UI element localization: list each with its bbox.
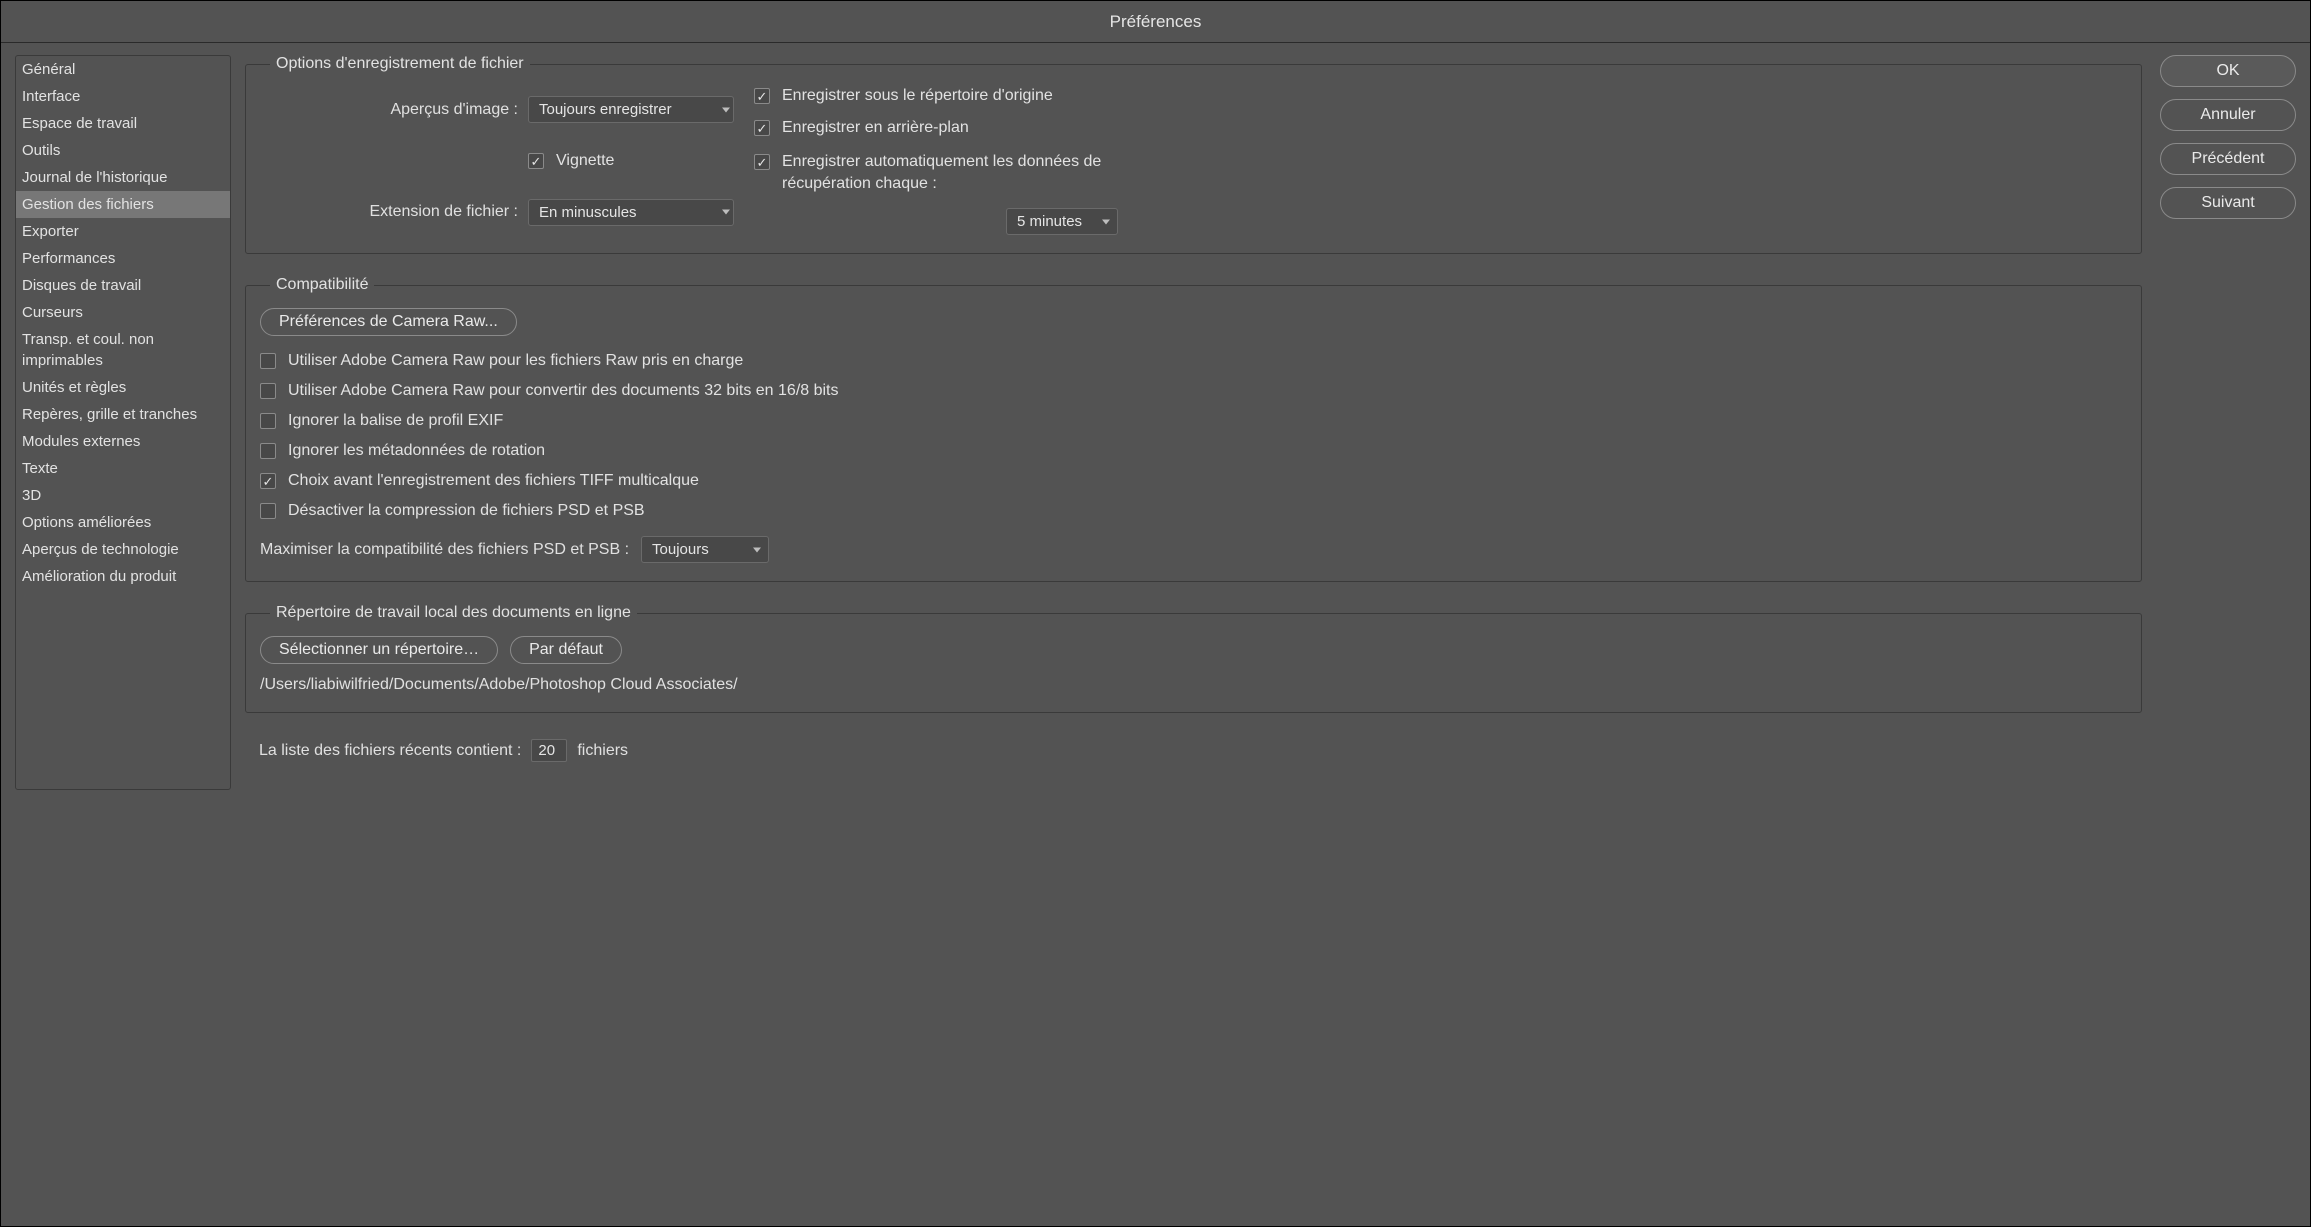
workdir-legend: Répertoire de travail local des document… [270,604,637,622]
save-options-fieldset: Options d'enregistrement de fichier Aper… [245,55,2142,254]
preferences-dialog: Préférences Général Interface Espace de … [0,0,2311,1227]
main-area: Options d'enregistrement de fichier Aper… [245,55,2296,1212]
ignore-exif-label: Ignorer la balise de profil EXIF [288,412,503,430]
sidebar-item-export[interactable]: Exporter [16,218,230,245]
disable-psd-compression-label: Désactiver la compression de fichiers PS… [288,502,645,520]
acr-supported-checkbox[interactable] [260,353,276,369]
recent-files-label: La liste des fichiers récents contient : [259,742,521,760]
image-previews-label: Aperçus d'image : [260,101,528,119]
auto-save-checkbox[interactable] [754,154,770,170]
ignore-rotation-label: Ignorer les métadonnées de rotation [288,442,545,460]
save-original-folder-label: Enregistrer sous le répertoire d'origine [782,87,1053,105]
sidebar-item-workspace[interactable]: Espace de travail [16,110,230,137]
content-panel: Options d'enregistrement de fichier Aper… [245,55,2142,1212]
sidebar-item-type[interactable]: Texte [16,455,230,482]
acr-supported-label: Utiliser Adobe Camera Raw pour les fichi… [288,352,743,370]
maximize-compat-select-wrap: Toujours [641,536,769,563]
dialog-body: Général Interface Espace de travail Outi… [1,43,2310,1226]
sidebar-item-performance[interactable]: Performances [16,245,230,272]
dialog-action-buttons: OK Annuler Précédent Suivant [2160,55,2296,1212]
sidebar-item-tools[interactable]: Outils [16,137,230,164]
compatibility-legend: Compatibilité [270,276,374,294]
tiff-multilayer-checkbox[interactable] [260,473,276,489]
dialog-title: Préférences [1,1,2310,43]
save-background-label: Enregistrer en arrière-plan [782,119,969,137]
sidebar-item-scratch-disks[interactable]: Disques de travail [16,272,230,299]
default-directory-button[interactable]: Par défaut [510,636,622,664]
recent-files-suffix: fichiers [577,742,628,760]
cancel-button[interactable]: Annuler [2160,99,2296,131]
acr-32bit-checkbox[interactable] [260,383,276,399]
auto-save-label: Enregistrer automatiquement les données … [782,151,1122,194]
save-options-legend: Options d'enregistrement de fichier [270,55,530,73]
sidebar-item-interface[interactable]: Interface [16,83,230,110]
select-directory-button[interactable]: Sélectionner un répertoire… [260,636,498,664]
maximize-compat-select[interactable]: Toujours [641,536,769,563]
sidebar-item-history-log[interactable]: Journal de l'historique [16,164,230,191]
disable-psd-compression-checkbox[interactable] [260,503,276,519]
sidebar-item-general[interactable]: Général [16,56,230,83]
sidebar-item-transparency[interactable]: Transp. et coul. non imprimables [16,326,230,374]
sidebar-item-guides-grid[interactable]: Repères, grille et tranches [16,401,230,428]
sidebar-item-cursors[interactable]: Curseurs [16,299,230,326]
sidebar-item-units-rulers[interactable]: Unités et règles [16,374,230,401]
ignore-rotation-checkbox[interactable] [260,443,276,459]
sidebar-item-enhanced[interactable]: Options améliorées [16,509,230,536]
acr-32bit-label: Utiliser Adobe Camera Raw pour convertir… [288,382,839,400]
image-previews-select-wrap: Toujours enregistrer [528,96,738,123]
workdir-path: /Users/liabiwilfried/Documents/Adobe/Pho… [260,676,2127,694]
tiff-multilayer-label: Choix avant l'enregistrement des fichier… [288,472,699,490]
auto-save-interval-wrap: 5 minutes [1006,208,1118,235]
camera-raw-prefs-button[interactable]: Préférences de Camera Raw... [260,308,517,336]
sidebar-item-plugins[interactable]: Modules externes [16,428,230,455]
extension-select-wrap: En minuscules [528,199,738,226]
maximize-compat-label: Maximiser la compatibilité des fichiers … [260,541,629,559]
thumbnail-checkbox[interactable] [528,153,544,169]
sidebar-item-file-handling[interactable]: Gestion des fichiers [16,191,230,218]
save-background-checkbox[interactable] [754,120,770,136]
sidebar-item-product-improvement[interactable]: Amélioration du produit [16,563,230,590]
save-original-folder-checkbox[interactable] [754,88,770,104]
ok-button[interactable]: OK [2160,55,2296,87]
image-previews-select[interactable]: Toujours enregistrer [528,96,734,123]
recent-files-input[interactable] [531,739,567,762]
ignore-exif-checkbox[interactable] [260,413,276,429]
extension-label: Extension de fichier : [260,203,528,221]
extension-select[interactable]: En minuscules [528,199,734,226]
workdir-fieldset: Répertoire de travail local des document… [245,604,2142,713]
recent-files-row: La liste des fichiers récents contient :… [245,739,2142,762]
prev-button[interactable]: Précédent [2160,143,2296,175]
category-sidebar: Général Interface Espace de travail Outi… [15,55,231,790]
sidebar-item-tech-previews[interactable]: Aperçus de technologie [16,536,230,563]
auto-save-interval-select[interactable]: 5 minutes [1006,208,1118,235]
next-button[interactable]: Suivant [2160,187,2296,219]
compatibility-fieldset: Compatibilité Préférences de Camera Raw.… [245,276,2142,582]
thumbnail-label: Vignette [556,152,614,170]
sidebar-item-3d[interactable]: 3D [16,482,230,509]
